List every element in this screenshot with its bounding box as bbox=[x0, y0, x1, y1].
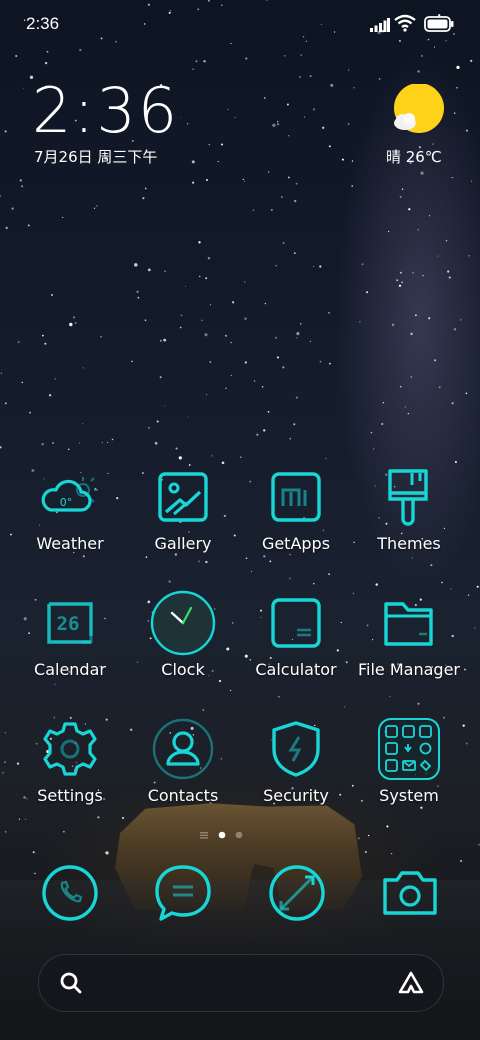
app-settings[interactable]: Settings bbox=[14, 714, 126, 805]
dock-phone[interactable] bbox=[35, 858, 105, 928]
wifi-icon bbox=[394, 14, 416, 32]
getapps-icon bbox=[261, 462, 331, 532]
page-dot-active bbox=[218, 831, 226, 839]
app-security[interactable]: Security bbox=[240, 714, 352, 805]
app-clock[interactable]: Clock bbox=[127, 588, 239, 679]
app-gallery[interactable]: Gallery bbox=[127, 462, 239, 553]
camera-icon bbox=[383, 871, 437, 915]
app-label: System bbox=[379, 786, 439, 805]
dock-browser[interactable] bbox=[262, 858, 332, 928]
weather-icon-badge: 0° bbox=[60, 496, 73, 509]
phone-icon bbox=[42, 865, 98, 921]
calculator-icon bbox=[261, 588, 331, 658]
page-indicator[interactable] bbox=[198, 830, 278, 840]
app-label: Calculator bbox=[255, 660, 337, 679]
assistant-icon[interactable] bbox=[397, 970, 425, 996]
browser-icon bbox=[269, 865, 325, 921]
themes-icon bbox=[374, 462, 444, 532]
app-contacts[interactable]: Contacts bbox=[127, 714, 239, 805]
shield-icon bbox=[261, 714, 331, 784]
messages-icon bbox=[155, 865, 211, 921]
weather-widget-text[interactable]: 晴 26℃ bbox=[386, 146, 442, 167]
app-label: Settings bbox=[37, 786, 103, 805]
page-dot bbox=[235, 831, 243, 839]
app-label: GetApps bbox=[261, 534, 331, 553]
clock-icon bbox=[148, 588, 218, 658]
weather-icon: 0° bbox=[35, 462, 105, 532]
app-themes[interactable]: Themes bbox=[353, 462, 465, 553]
signal-icon bbox=[370, 18, 390, 32]
status-time: 2:36 bbox=[26, 14, 60, 33]
app-file-manager[interactable]: File Manager bbox=[353, 588, 465, 679]
app-calculator[interactable]: Calculator bbox=[240, 588, 352, 679]
app-calendar[interactable]: 26 Calendar bbox=[14, 588, 126, 679]
app-label: Contacts bbox=[147, 786, 219, 805]
app-label: Calendar bbox=[34, 660, 106, 679]
calendar-icon: 26 bbox=[35, 588, 105, 658]
app-drawer-indicator bbox=[200, 832, 208, 839]
contacts-icon bbox=[148, 714, 218, 784]
app-weather[interactable]: 0° Weather bbox=[14, 462, 126, 553]
app-label: File Manager bbox=[358, 660, 460, 679]
sunny-weather-icon[interactable] bbox=[392, 84, 446, 138]
app-label: Themes bbox=[377, 534, 441, 553]
calendar-icon-date: 26 bbox=[57, 613, 80, 635]
app-label: Clock bbox=[161, 660, 205, 679]
clock-widget-date[interactable]: 7月26日 周三下午 bbox=[34, 146, 157, 167]
app-label: Security bbox=[263, 786, 329, 805]
dock-messages[interactable] bbox=[148, 858, 218, 928]
app-system-folder[interactable]: System bbox=[353, 714, 465, 805]
status-bar: 2:36 bbox=[0, 0, 480, 50]
dock-camera[interactable] bbox=[375, 858, 445, 928]
app-label: Weather bbox=[36, 534, 104, 553]
system-folder-icon bbox=[374, 714, 444, 784]
gallery-icon bbox=[148, 462, 218, 532]
folder-icon bbox=[374, 588, 444, 658]
search-icon[interactable] bbox=[59, 971, 83, 995]
battery-icon bbox=[424, 16, 454, 32]
app-label: Gallery bbox=[154, 534, 212, 553]
search-bar[interactable] bbox=[38, 954, 444, 1012]
gear-icon bbox=[35, 714, 105, 784]
clock-widget-time[interactable]: 2:36 bbox=[32, 74, 179, 147]
app-getapps[interactable]: GetApps bbox=[240, 462, 352, 553]
